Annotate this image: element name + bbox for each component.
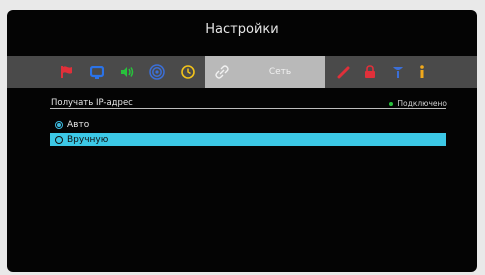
tab-network[interactable]: Сеть <box>205 56 325 88</box>
settings-screen: Настройки Сеть Получать IP-адрес Подключ… <box>7 10 477 272</box>
info-icon <box>420 65 424 78</box>
clock-icon <box>181 65 195 79</box>
radio-unchecked-icon[interactable] <box>55 135 63 144</box>
option-label: Авто <box>67 119 90 130</box>
tab-time[interactable] <box>173 56 203 88</box>
speaker-icon <box>121 67 134 77</box>
tab-wireless[interactable] <box>142 56 172 88</box>
tab-flag[interactable] <box>52 56 82 88</box>
radio-checked-icon[interactable] <box>55 120 63 129</box>
network-icon <box>215 65 229 79</box>
flag-icon <box>61 66 72 78</box>
ip-option-auto[interactable]: Авто <box>50 118 446 131</box>
page-title: Настройки <box>205 22 279 37</box>
ip-option-manual[interactable]: Вручную <box>50 133 446 146</box>
tab-display[interactable] <box>82 56 112 88</box>
status-indicator-icon <box>389 101 394 106</box>
settings-tab-bar: Сеть <box>7 56 477 88</box>
status-text: Подключено <box>397 99 447 108</box>
tab-security[interactable] <box>355 56 385 88</box>
divider <box>50 108 446 109</box>
monitor-icon <box>90 65 104 79</box>
pencil-icon <box>337 66 350 79</box>
wireless-icon <box>149 64 165 80</box>
option-label: Вручную <box>67 134 109 145</box>
tab-network-label: Сеть <box>268 67 292 77</box>
lock-icon <box>365 65 375 78</box>
connection-status: Подключено <box>389 99 447 108</box>
tab-sound[interactable] <box>112 56 142 88</box>
antenna-icon <box>393 67 403 78</box>
tab-info[interactable] <box>407 56 437 88</box>
ip-address-label: Получать IP-адрес <box>51 98 133 108</box>
